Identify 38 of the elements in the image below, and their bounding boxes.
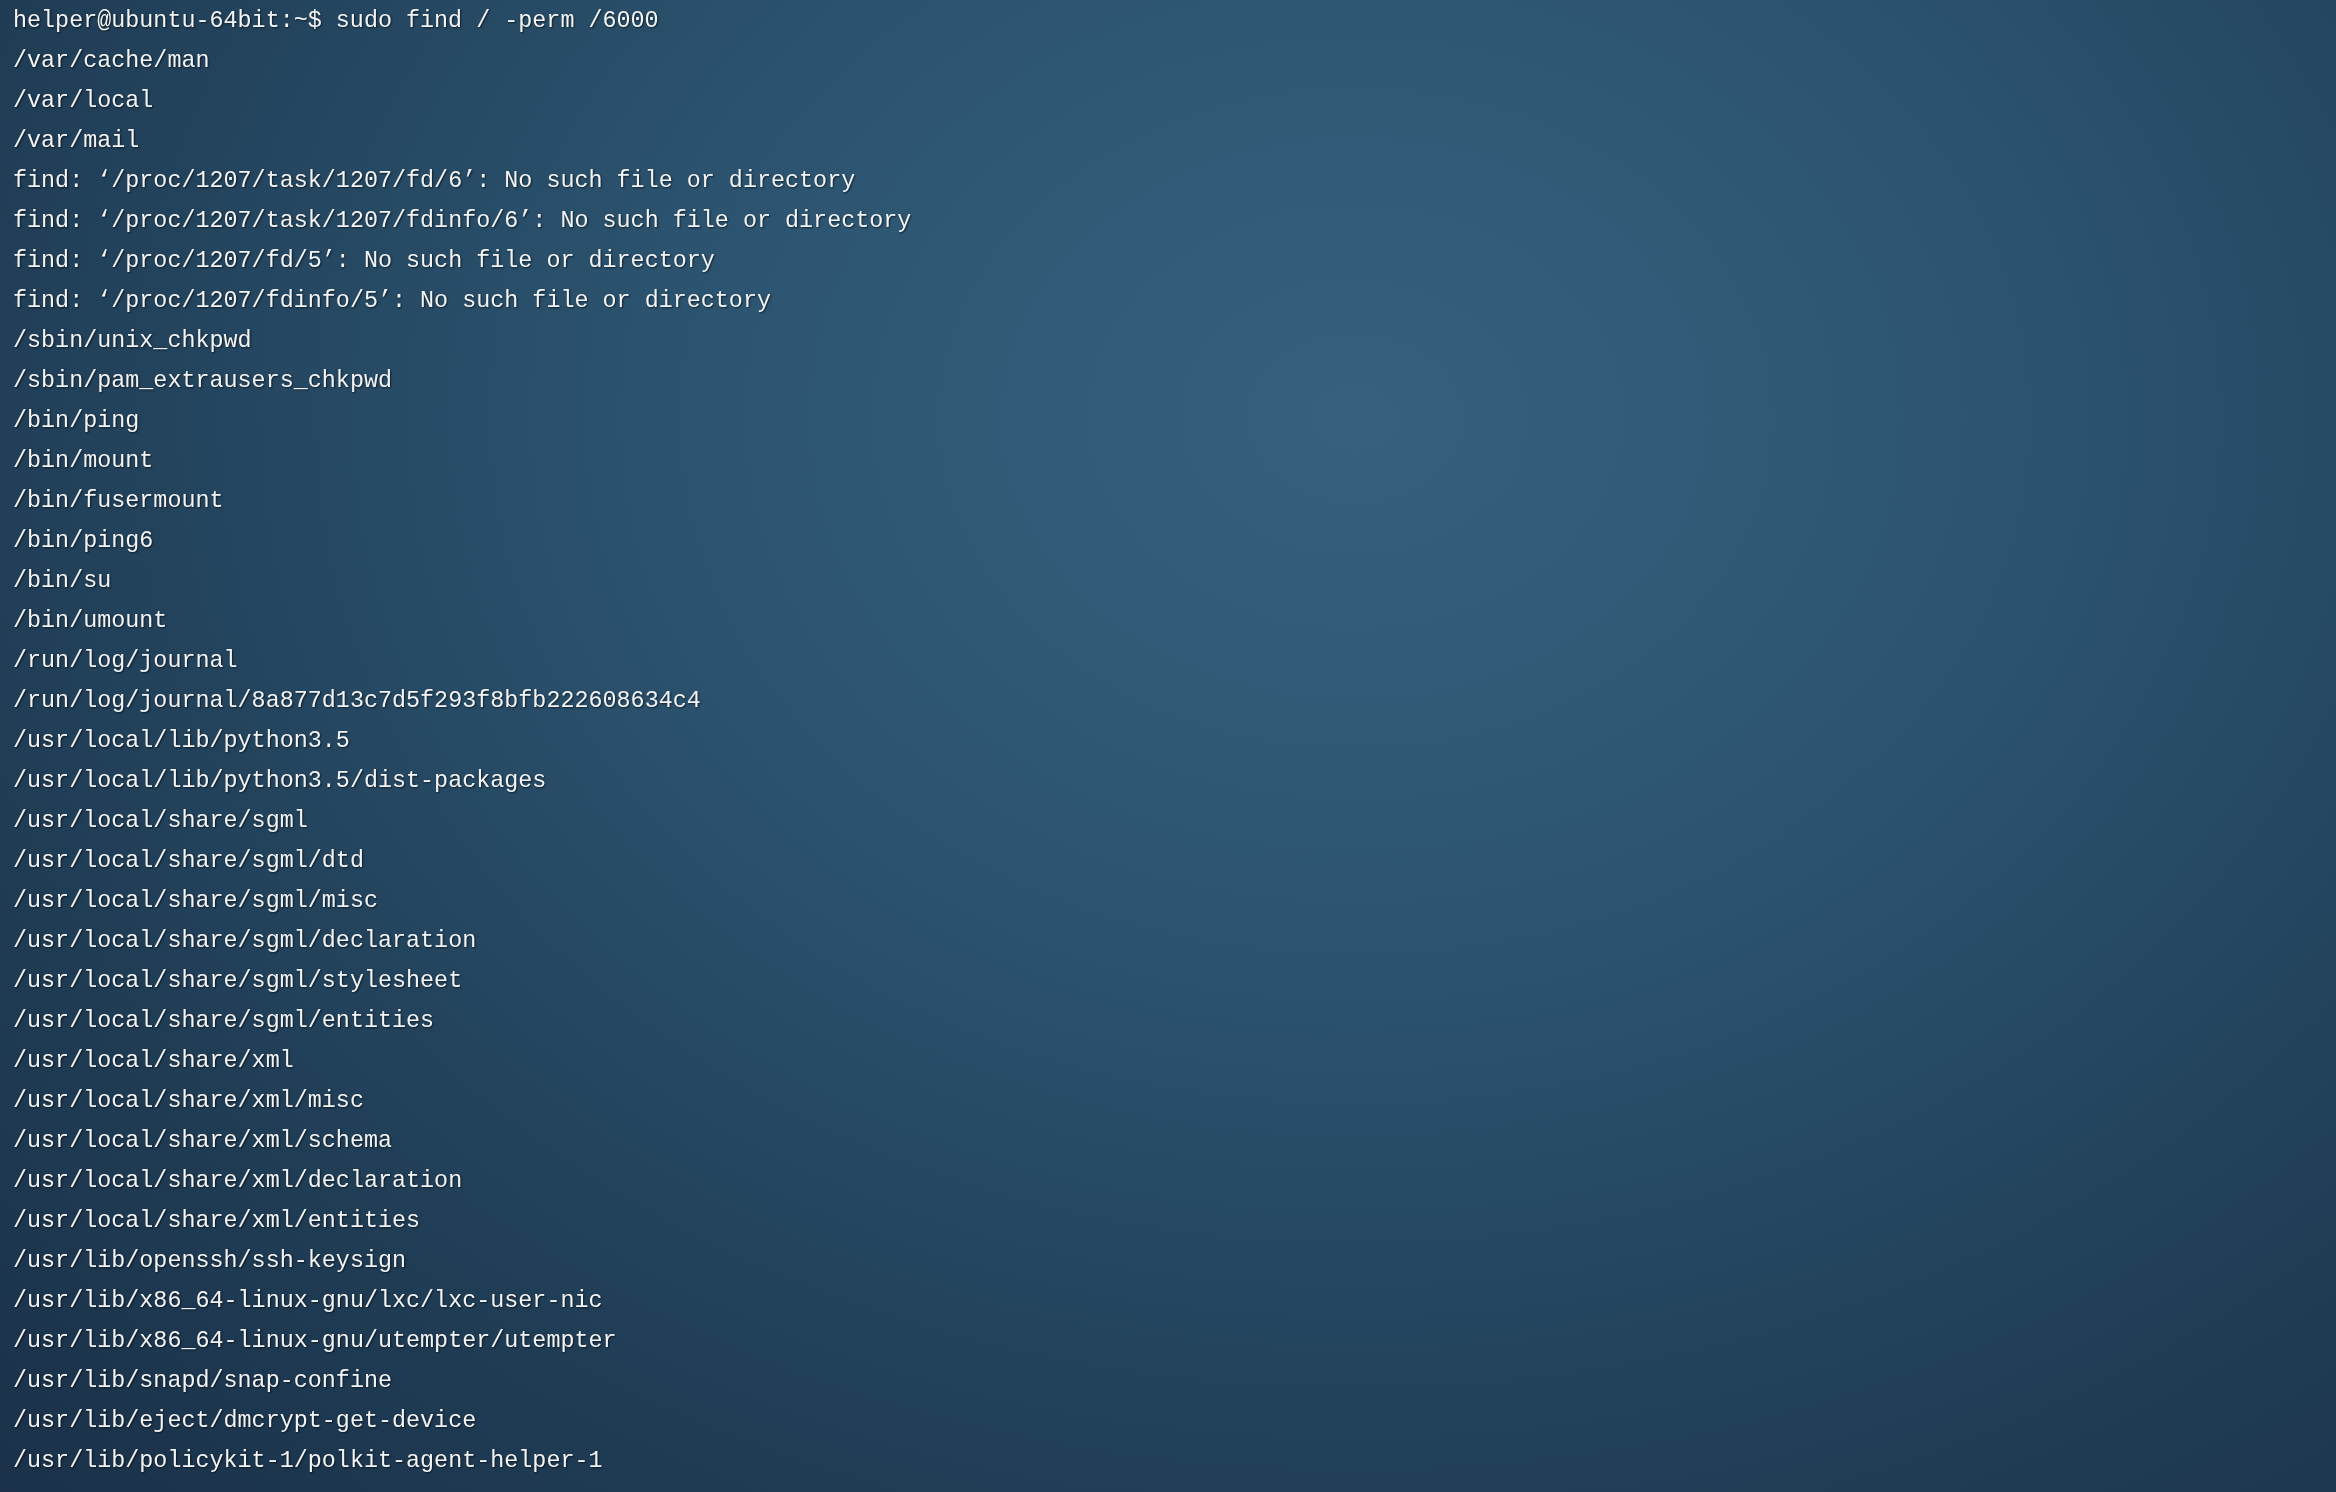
output-line: /usr/local/share/sgml/stylesheet [13, 967, 463, 996]
output-line: find: ‘/proc/1207/task/1207/fdinfo/6’: No such file or directory [13, 207, 912, 236]
output-line: /usr/local/lib/python3.5/dist-packages [13, 767, 547, 796]
output-line: /usr/local/share/xml/schema [13, 1127, 392, 1156]
output-line: /usr/lib/policykit-1/polkit-agent-helper-1 [13, 1447, 603, 1476]
output-line: /usr/local/share/xml/misc [13, 1087, 364, 1116]
output-line: /usr/local/share/sgml [13, 807, 308, 836]
output-line: /sbin/unix_chkpwd [13, 327, 252, 356]
output-line: /bin/fusermount [13, 487, 224, 516]
output-line: /bin/ping [13, 407, 140, 436]
output-line: /usr/local/share/sgml/entities [13, 1007, 435, 1036]
output-line: /usr/lib/eject/dmcrypt-get-device [13, 1407, 477, 1436]
output-line: /run/log/journal [13, 647, 238, 676]
shell-prompt: helper@ubuntu-64bit:~$ [13, 7, 322, 36]
output-line: /sbin/pam_extrausers_chkpwd [13, 367, 392, 396]
output-line: find: ‘/proc/1207/fdinfo/5’: No such file or directory [13, 287, 771, 316]
output-line: /usr/local/share/sgml/misc [13, 887, 378, 916]
output-line: find: ‘/proc/1207/fd/5’: No such file or directory [13, 247, 715, 276]
output-line: /usr/local/share/sgml/dtd [13, 847, 364, 876]
output-line: /usr/lib/x86_64-linux-gnu/lxc/lxc-user-nic [13, 1287, 603, 1316]
output-line: /usr/lib/openssh/ssh-keysign [13, 1247, 407, 1276]
output-line: /bin/umount [13, 607, 168, 636]
output-line: /usr/local/share/sgml/declaration [13, 927, 477, 956]
output-line: /var/cache/man [13, 47, 210, 76]
output-line: /usr/lib/x86_64-linux-gnu/utempter/utempter [13, 1327, 617, 1356]
output-line: /usr/local/share/xml/entities [13, 1207, 421, 1236]
output-line: /usr/local/share/xml [13, 1047, 294, 1076]
output-line: /var/local [13, 87, 154, 116]
output-line: /run/log/journal/8a877d13c7d5f293f8bfb222608634c4 [13, 687, 701, 716]
command-text: sudo find / -perm /6000 [335, 7, 659, 36]
output-line: /usr/local/share/xml/declaration [13, 1167, 463, 1196]
output-line: /var/mail [13, 127, 140, 156]
output-line: find: ‘/proc/1207/task/1207/fd/6’: No such file or directory [13, 167, 856, 196]
output-line: /usr/local/lib/python3.5 [13, 727, 350, 756]
output-line: /usr/lib/snapd/snap-confine [13, 1367, 392, 1396]
output-line: /bin/mount [13, 447, 154, 476]
output-line: /bin/ping6 [13, 527, 154, 556]
output-line: /bin/su [13, 567, 112, 596]
